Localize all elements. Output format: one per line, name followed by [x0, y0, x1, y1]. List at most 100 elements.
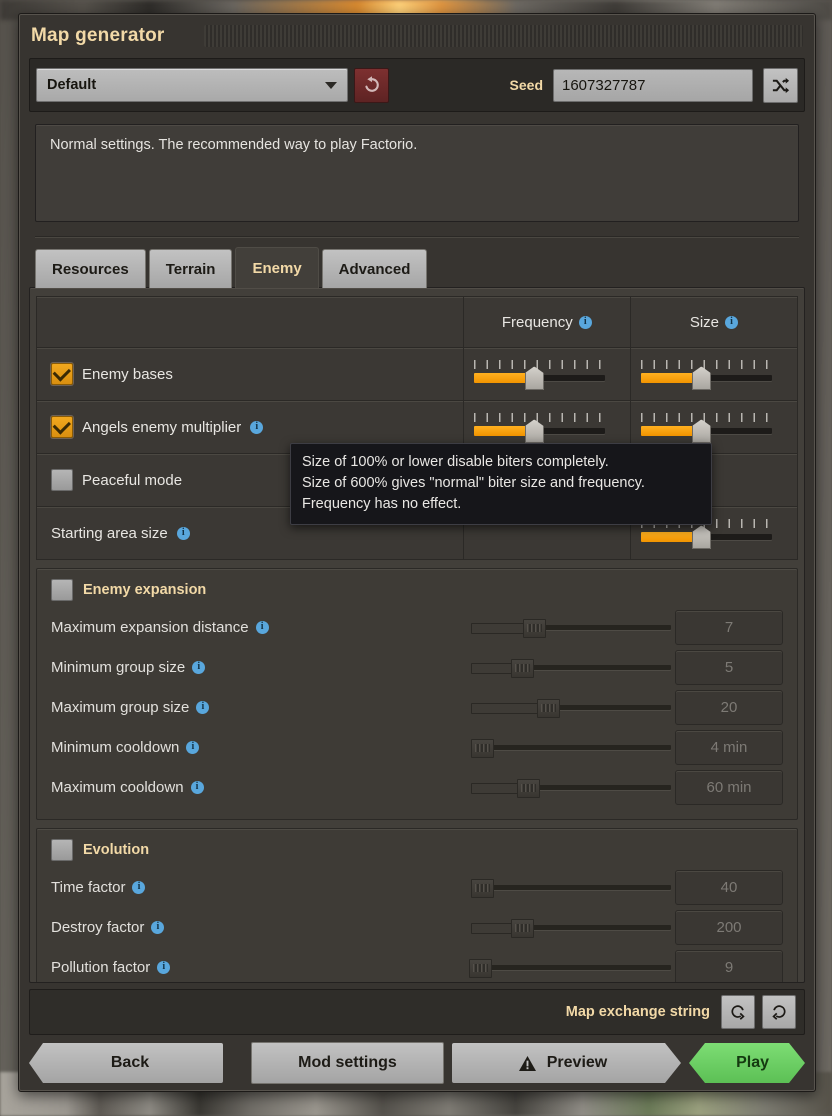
destroy-factor-slider[interactable] — [471, 916, 671, 939]
info-icon[interactable]: i — [578, 315, 592, 329]
enemy-bases-frequency-slider[interactable] — [472, 358, 607, 391]
slider-ticks — [640, 413, 772, 423]
time-factor-slider[interactable] — [471, 876, 671, 899]
pollution-factor-slider[interactable] — [469, 956, 671, 979]
seed-input-value: 1607327787 — [562, 76, 646, 94]
info-icon[interactable]: i — [157, 960, 171, 974]
slider-handle[interactable] — [523, 619, 546, 639]
angels-enemy-multiplier-label: Angels enemy multiplier — [82, 418, 242, 436]
map-generator-dialog: Map generator Default Seed 1607327787 No… — [18, 13, 816, 1092]
angels-multiplier-size-slider[interactable] — [639, 411, 774, 444]
slider-handle[interactable] — [691, 366, 711, 391]
preset-dropdown-value: Default — [47, 77, 97, 93]
info-icon[interactable]: i — [255, 620, 269, 634]
reset-preset-button[interactable] — [354, 67, 389, 103]
back-button[interactable]: Back — [29, 1043, 223, 1083]
slider-handle[interactable] — [471, 739, 494, 759]
info-icon[interactable]: i — [176, 526, 190, 540]
info-icon[interactable]: i — [186, 740, 200, 754]
tab-enemy[interactable]: Enemy — [235, 247, 319, 289]
maximum-group-size-slider[interactable] — [471, 696, 671, 719]
slider-handle[interactable] — [691, 525, 711, 550]
map-exchange-import-button[interactable] — [721, 995, 755, 1029]
tooltip-line-2: Size of 600% gives "normal" biter size a… — [302, 474, 645, 491]
slider-handle[interactable] — [537, 699, 560, 719]
destroy-factor-value[interactable]: 200 — [675, 909, 783, 945]
header-frequency-cell: Frequency i — [462, 296, 631, 349]
info-icon[interactable]: i — [196, 700, 210, 714]
minimum-cooldown-slider[interactable] — [471, 736, 671, 759]
enemy-expansion-section: Enemy expansion Maximum expansion distan… — [36, 568, 798, 821]
maximum-group-size-value[interactable]: 20 — [675, 689, 783, 725]
slider-fill — [473, 426, 533, 437]
slider-handle[interactable] — [517, 779, 540, 799]
maximum-cooldown-value[interactable]: 60 min — [675, 769, 783, 805]
slider-fill — [640, 532, 700, 543]
pollution-factor-value[interactable]: 9 — [675, 949, 783, 983]
enemy-expansion-checkbox[interactable] — [51, 579, 73, 602]
info-icon[interactable]: i — [250, 420, 264, 434]
evolution-checkbox[interactable] — [51, 839, 73, 862]
dialog-body: Normal settings. The recommended way to … — [29, 120, 805, 983]
seed-input[interactable]: 1607327787 — [553, 68, 753, 102]
size-tooltip: Size of 100% or lower disable biters com… — [290, 443, 712, 526]
header-size-label: Size — [689, 313, 720, 331]
tab-terrain[interactable]: Terrain — [148, 249, 233, 289]
play-button[interactable]: Play — [689, 1043, 805, 1083]
slider-handle[interactable] — [471, 879, 494, 899]
enemy-expansion-title: Enemy expansion — [83, 582, 207, 599]
maximum-expansion-distance-value[interactable]: 7 — [675, 609, 783, 645]
table-header-row: Frequency i Size i — [36, 296, 799, 349]
time-factor-value[interactable]: 40 — [675, 869, 783, 905]
enemy-bases-size-slider[interactable] — [639, 358, 774, 391]
destroy-factor-label: Destroy factor — [51, 918, 145, 936]
option-row-maximum-cooldown: Maximum cooldown i 60 min — [51, 767, 783, 807]
titlebar-drag-grooves[interactable] — [204, 25, 803, 47]
map-exchange-export-button[interactable] — [762, 995, 796, 1029]
slider-handle[interactable] — [691, 419, 711, 444]
starting-area-size-label: Starting area size — [51, 524, 168, 542]
tab-advanced[interactable]: Advanced — [321, 249, 428, 289]
info-icon[interactable]: i — [132, 880, 146, 894]
slider-handle[interactable] — [524, 419, 544, 444]
maximum-expansion-distance-slider[interactable] — [471, 616, 671, 639]
shuffle-seed-button[interactable] — [763, 67, 798, 103]
header-size-cell: Size i — [629, 296, 799, 349]
info-icon[interactable]: i — [151, 920, 165, 934]
header-name-cell — [36, 296, 464, 349]
info-icon[interactable]: i — [192, 660, 206, 674]
slider-track — [471, 885, 671, 891]
evolution-title: Evolution — [83, 842, 150, 859]
angels-multiplier-frequency-slider[interactable] — [472, 411, 607, 444]
slider-handle[interactable] — [511, 659, 534, 679]
row-enemy-bases-frequency — [462, 347, 631, 402]
minimum-group-size-label: Minimum group size — [51, 658, 186, 676]
mod-settings-button[interactable]: Mod settings — [251, 1042, 444, 1084]
minimum-group-size-slider[interactable] — [471, 656, 671, 679]
peaceful-mode-checkbox[interactable] — [51, 469, 73, 492]
minimum-cooldown-value[interactable]: 4 min — [675, 729, 783, 765]
info-icon[interactable]: i — [725, 315, 739, 329]
seed-label: Seed — [509, 77, 543, 93]
preset-seed-toolbar: Default Seed 1607327787 — [29, 58, 805, 112]
tab-resources[interactable]: Resources — [35, 249, 146, 289]
minimum-group-size-value[interactable]: 5 — [675, 649, 783, 685]
slider-ticks — [473, 413, 605, 423]
slider-handle[interactable] — [469, 959, 492, 979]
peaceful-mode-label: Peaceful mode — [82, 471, 183, 489]
maximum-cooldown-label: Maximum cooldown — [51, 778, 184, 796]
evolution-header: Evolution — [51, 839, 783, 862]
maximum-cooldown-slider[interactable] — [471, 776, 671, 799]
slider-handle[interactable] — [524, 366, 544, 391]
angels-enemy-multiplier-checkbox[interactable] — [51, 416, 73, 439]
minimum-cooldown-label: Minimum cooldown — [51, 738, 180, 756]
enemy-bases-checkbox[interactable] — [51, 363, 73, 386]
option-row-minimum-group-size: Minimum group size i 5 — [51, 647, 783, 687]
slider-handle[interactable] — [511, 919, 534, 939]
chevron-down-icon — [325, 81, 337, 89]
preset-dropdown[interactable]: Default — [36, 68, 348, 102]
info-icon[interactable]: i — [190, 780, 204, 794]
option-row-pollution-factor: Pollution factor i 9 — [51, 947, 783, 983]
preview-button[interactable]: Preview — [452, 1043, 681, 1083]
map-exchange-string-label: Map exchange string — [565, 1004, 710, 1020]
